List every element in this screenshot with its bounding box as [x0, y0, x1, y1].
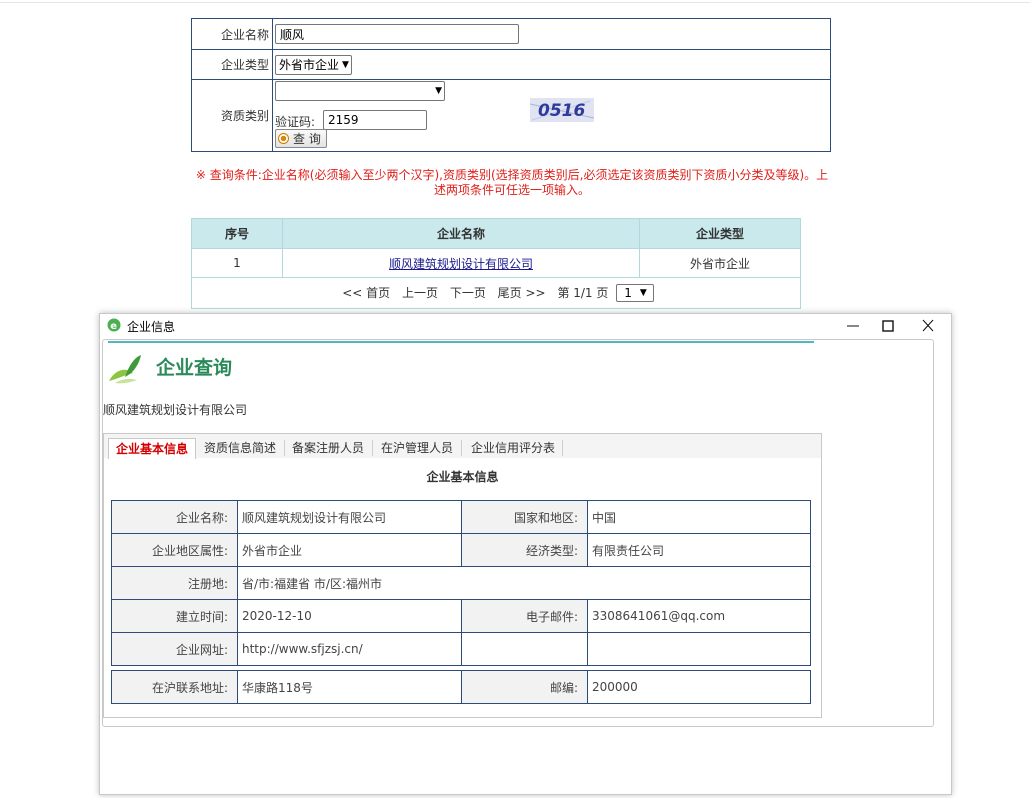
company-type-label: 企业类型: [191, 49, 273, 80]
info-label: 在沪联系地址:: [111, 670, 238, 704]
info-value: 中国: [587, 500, 811, 534]
info-label: 邮编:: [461, 670, 588, 704]
tab-separator: [284, 440, 285, 456]
info-label: 企业名称:: [111, 500, 238, 534]
chevron-down-icon: ▼: [435, 86, 442, 96]
tab-separator: [562, 440, 563, 456]
company-name-label: 企业名称: [191, 18, 273, 50]
info-label: 企业网址:: [111, 632, 238, 666]
info-value: http://www.sfjzsj.cn/: [237, 632, 462, 666]
header-divider: [108, 341, 814, 343]
svg-text:e: e: [110, 321, 117, 332]
tab-separator: [372, 440, 373, 456]
info-value: 华康路118号: [237, 670, 462, 704]
pager-first[interactable]: << 首页: [342, 286, 390, 300]
close-icon[interactable]: [918, 317, 938, 335]
results-table: 序号 企业名称 企业类型 1 顺风建筑规划设计有限公司 外省市企业 << 首页 …: [191, 218, 801, 309]
chevron-down-icon: ▼: [342, 59, 349, 70]
pager-next[interactable]: 下一页: [450, 286, 486, 300]
info-label: 企业地区属性:: [111, 533, 238, 567]
panel-title: 企业基本信息: [426, 470, 499, 484]
row-type: 外省市企业: [639, 248, 801, 278]
captcha-label: 验证码:: [275, 115, 316, 129]
column-header-type: 企业类型: [639, 218, 801, 249]
tab-shanghai-managers[interactable]: 在沪管理人员: [375, 438, 459, 458]
info-value: 外省市企业: [237, 533, 462, 567]
column-header-index: 序号: [191, 218, 283, 249]
tab-credit-score[interactable]: 企业信用评分表: [464, 438, 562, 458]
tab-separator: [461, 440, 462, 456]
qualification-select[interactable]: ▼: [275, 81, 445, 101]
maximize-icon[interactable]: [878, 317, 898, 335]
contact-info-table: 在沪联系地址: 华康路118号 邮编: 200000: [111, 670, 811, 704]
pager-prev[interactable]: 上一页: [402, 286, 438, 300]
company-link[interactable]: 顺风建筑规划设计有限公司: [389, 257, 533, 271]
tab-qualification[interactable]: 资质信息简述: [198, 438, 282, 458]
query-notice: ※ 查询条件:企业名称(必须输入至少两个汉字),资质类别(选择资质类别后,必须选…: [195, 168, 829, 197]
leaf-logo-icon: [109, 355, 141, 384]
tab-strip: 企业基本信息 资质信息简述 备案注册人员 在沪管理人员 企业信用评分表: [104, 434, 821, 459]
search-form: 企业名称 企业类型 外省市企业 ▼ 资质类别 ▼ 验证码:: [191, 18, 831, 152]
info-label: 注册地:: [111, 566, 238, 600]
company-name-input[interactable]: [275, 24, 519, 44]
captcha-text: 0516: [538, 101, 585, 121]
brand-title: 企业查询: [156, 357, 233, 379]
captcha-input[interactable]: [323, 110, 427, 130]
info-value: 有限责任公司: [587, 533, 811, 567]
info-value: 省/市:福建省 市/区:福州市: [237, 566, 811, 600]
empty-cell: [461, 632, 588, 666]
dialog-content-frame: 企业查询 顺风建筑规划设计有限公司 企业基本信息 资质信息简述 备案注册人员 在…: [102, 339, 934, 727]
row-index: 1: [191, 248, 283, 278]
info-label: 建立时间:: [111, 599, 238, 633]
tab-basic-info[interactable]: 企业基本信息: [108, 438, 196, 459]
column-header-name: 企业名称: [282, 218, 640, 249]
tab-registered-staff[interactable]: 备案注册人员: [286, 438, 370, 458]
info-value: 3308641061@qq.com: [587, 599, 811, 633]
table-row: 1 顺风建筑规划设计有限公司 外省市企业: [191, 248, 801, 278]
captcha-image[interactable]: 0516: [530, 98, 594, 122]
page-select[interactable]: 1 ▼: [616, 284, 654, 302]
company-type-select[interactable]: 外省市企业 ▼: [275, 54, 352, 75]
company-info-dialog: e 企业信息 企业查询 顺风建筑规划设计有限公司 企业基本信息 资质信息简述 备…: [99, 313, 952, 795]
empty-cell: [587, 632, 811, 666]
info-label: 经济类型:: [461, 533, 588, 567]
minimize-icon[interactable]: [843, 317, 863, 335]
info-value: 顺风建筑规划设计有限公司: [237, 500, 462, 534]
pager: << 首页 上一页 下一页 尾页 >> 第 1/1 页 1 ▼: [191, 277, 801, 309]
info-value: 2020-12-10: [237, 599, 462, 633]
qualification-label: 资质类别: [191, 79, 273, 152]
basic-info-table: 企业名称: 顺风建筑规划设计有限公司 国家和地区: 中国 企业地区属性: 外省市…: [111, 500, 811, 666]
page-select-value: 1: [624, 286, 632, 300]
info-label: 国家和地区:: [461, 500, 588, 534]
browser-icon: e: [107, 318, 121, 332]
query-button[interactable]: 查 询: [275, 129, 327, 148]
dialog-titlebar[interactable]: e 企业信息: [100, 314, 951, 338]
info-value: 200000: [587, 670, 811, 704]
top-divider: [0, 2, 1030, 3]
info-label: 电子邮件:: [461, 599, 588, 633]
company-heading: 顺风建筑规划设计有限公司: [103, 403, 248, 417]
chevron-down-icon: ▼: [639, 288, 647, 298]
dialog-title: 企业信息: [127, 320, 176, 334]
pager-last[interactable]: 尾页 >>: [498, 286, 546, 300]
query-button-label: 查 询: [293, 132, 321, 146]
company-type-value: 外省市企业: [279, 58, 340, 72]
tab-container: 企业基本信息 资质信息简述 备案注册人员 在沪管理人员 企业信用评分表 企业基本…: [103, 433, 822, 718]
pager-page-info: 第 1/1 页: [557, 286, 609, 300]
radio-icon: [278, 133, 289, 144]
